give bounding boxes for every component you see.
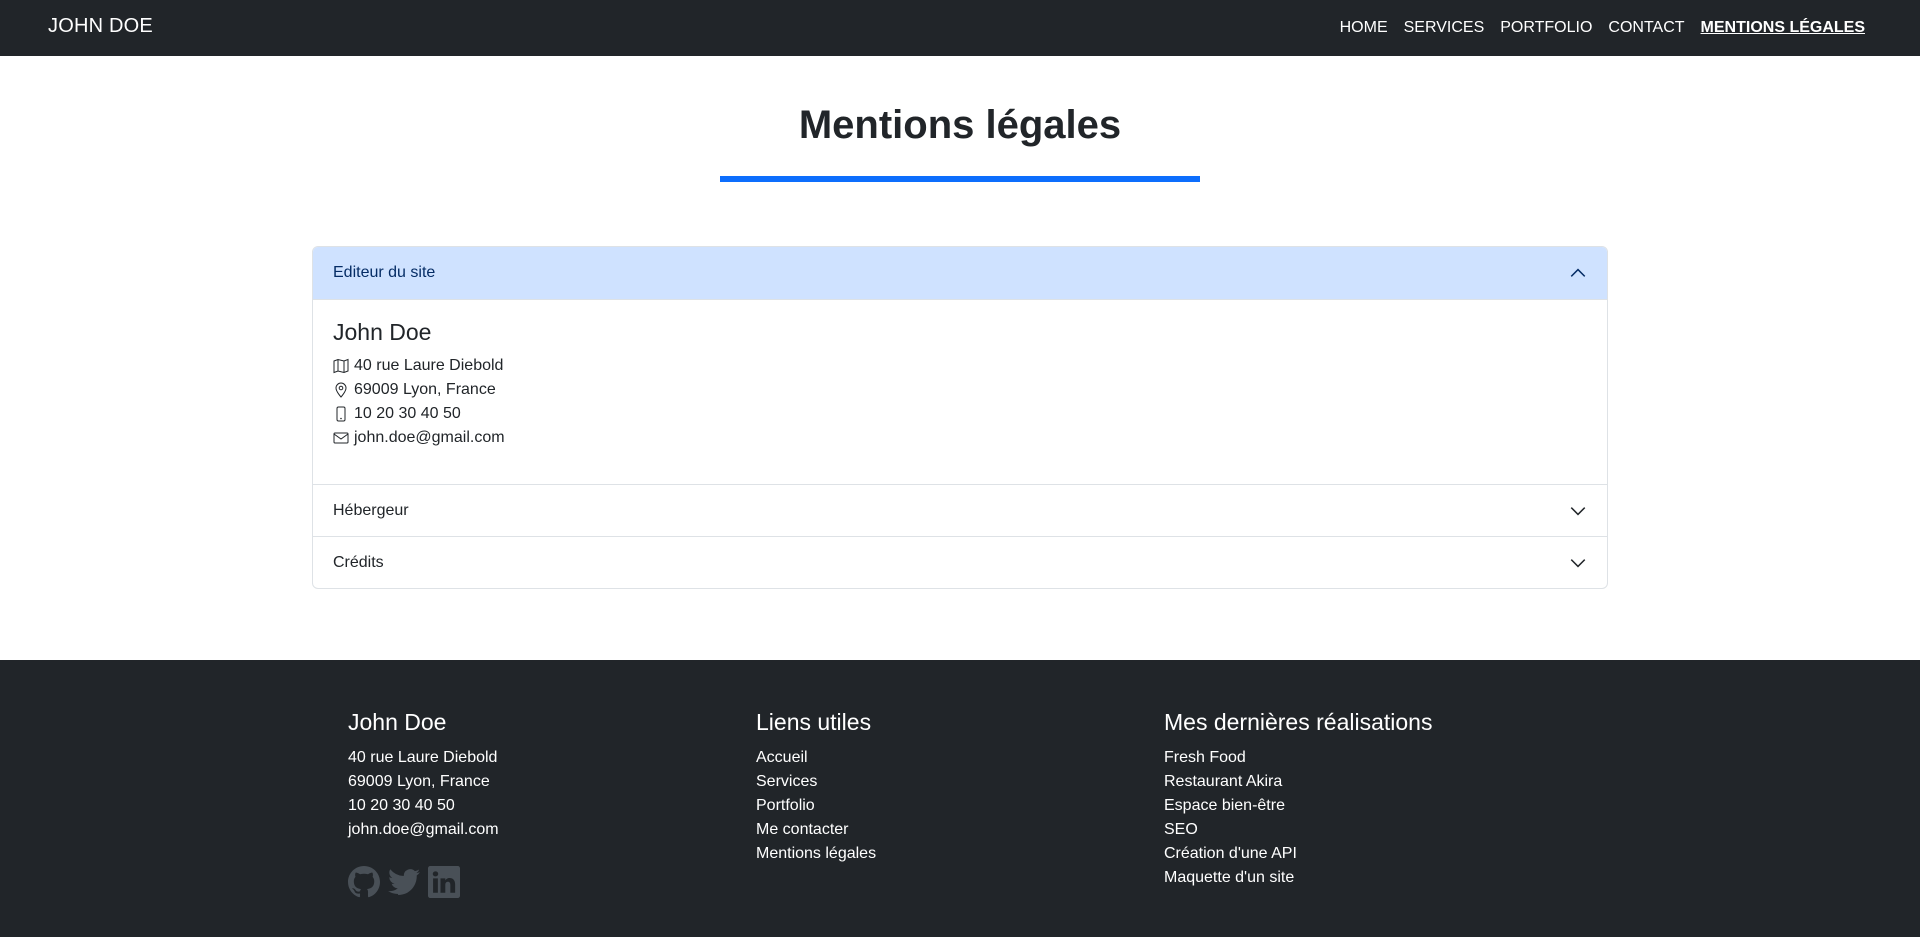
footer-link-contact[interactable]: Me contacter xyxy=(756,818,876,842)
accordion-header-label: Hébergeur xyxy=(333,501,409,519)
footer-contact-title: John Doe xyxy=(348,709,447,735)
accordion-body-editeur: John Doe 40 rue Laure Diebold 69009 Lyon… xyxy=(313,299,1607,484)
map-icon xyxy=(333,358,349,374)
email-line: john.doe@gmail.com xyxy=(333,426,1587,450)
accordion-header-editeur[interactable]: Editeur du site xyxy=(313,247,1607,299)
linkedin-icon[interactable] xyxy=(428,866,460,898)
accordion-header-hebergeur[interactable]: Hébergeur xyxy=(313,484,1607,536)
address-text: 40 rue Laure Diebold xyxy=(354,357,504,374)
nav-link-services[interactable]: SERVICES xyxy=(1404,19,1485,37)
footer-link-accueil[interactable]: Accueil xyxy=(756,746,876,770)
footer-work-link[interactable]: Restaurant Akira xyxy=(1164,770,1432,794)
nav-links: HOME SERVICES PORTFOLIO CONTACT MENTIONS… xyxy=(1340,19,1865,37)
envelope-icon xyxy=(333,432,349,444)
nav-link-contact[interactable]: CONTACT xyxy=(1608,19,1684,37)
address-line: 40 rue Laure Diebold xyxy=(333,354,1587,378)
footer-link-portfolio[interactable]: Portfolio xyxy=(756,794,876,818)
footer-work-link[interactable]: Création d'une API xyxy=(1164,842,1432,866)
nav-link-home[interactable]: HOME xyxy=(1340,19,1388,37)
chevron-up-icon xyxy=(1570,268,1586,277)
editor-name: John Doe xyxy=(333,319,432,345)
city-line: 69009 Lyon, France xyxy=(333,378,1587,402)
social-links xyxy=(348,866,499,898)
footer-work-link[interactable]: Espace bien-être xyxy=(1164,794,1432,818)
navbar: JOHN DOE HOME SERVICES PORTFOLIO CONTACT… xyxy=(0,0,1920,56)
accordion-header-label: Crédits xyxy=(333,553,384,571)
footer: John Doe 40 rue Laure Diebold 69009 Lyon… xyxy=(0,660,1920,937)
footer-phone: 10 20 30 40 50 xyxy=(348,797,455,814)
footer-contact-column: John Doe 40 rue Laure Diebold 69009 Lyon… xyxy=(348,708,499,898)
footer-links-title: Liens utiles xyxy=(756,709,872,735)
accordion-header-label: Editeur du site xyxy=(333,264,436,281)
phone-icon xyxy=(336,406,346,422)
footer-email: john.doe@gmail.com xyxy=(348,821,499,838)
footer-link-services[interactable]: Services xyxy=(756,770,876,794)
footer-works-column: Mes dernières réalisations Fresh Food Re… xyxy=(1164,708,1432,890)
title-underline xyxy=(720,176,1200,182)
footer-works-title: Mes dernières réalisations xyxy=(1164,709,1433,735)
nav-link-portfolio[interactable]: PORTFOLIO xyxy=(1500,19,1592,37)
footer-work-link[interactable]: Fresh Food xyxy=(1164,746,1432,770)
footer-work-link[interactable]: SEO xyxy=(1164,818,1432,842)
twitter-icon[interactable] xyxy=(388,866,420,898)
footer-city: 69009 Lyon, France xyxy=(348,773,490,790)
phone-line: 10 20 30 40 50 xyxy=(333,402,1587,426)
chevron-down-icon xyxy=(1570,507,1586,516)
geo-pin-icon xyxy=(335,382,347,398)
footer-links-column: Liens utiles Accueil Services Portfolio … xyxy=(756,708,876,866)
github-icon[interactable] xyxy=(348,866,380,898)
phone-text: 10 20 30 40 50 xyxy=(354,405,461,422)
footer-link-mentions[interactable]: Mentions légales xyxy=(756,842,876,866)
footer-work-link[interactable]: Maquette d'un site xyxy=(1164,866,1432,890)
accordion-header-credits[interactable]: Crédits xyxy=(313,536,1607,588)
email-text: john.doe@gmail.com xyxy=(354,429,505,446)
page-title: Mentions légales xyxy=(798,103,1122,147)
city-text: 69009 Lyon, France xyxy=(354,381,496,398)
accordion: Editeur du site John Doe 40 rue Laure Di… xyxy=(312,246,1608,589)
chevron-down-icon xyxy=(1570,559,1586,568)
nav-link-mentions-legales[interactable]: MENTIONS LÉGALES xyxy=(1701,19,1865,37)
footer-address: 40 rue Laure Diebold xyxy=(348,749,498,766)
brand-logo[interactable]: JOHN DOE xyxy=(48,15,153,38)
